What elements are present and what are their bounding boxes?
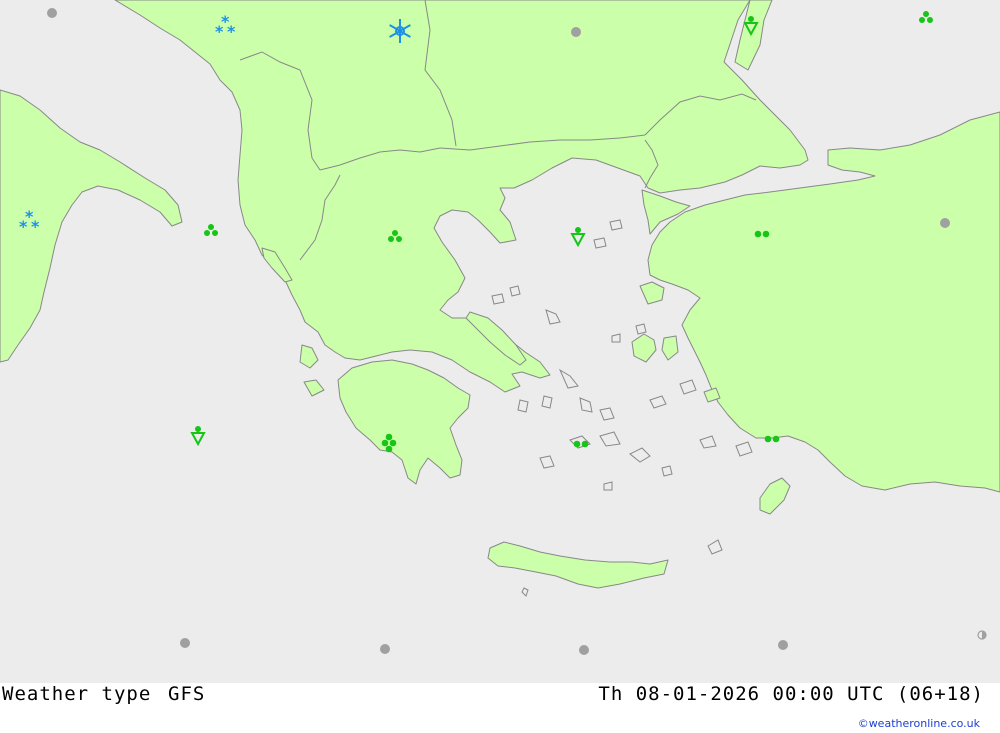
- dry-dot-icon: [180, 638, 190, 648]
- dry-dot-icon: [778, 640, 788, 650]
- credit-link[interactable]: ©weatheronline.co.uk: [858, 717, 980, 730]
- dry-dot-icon: [940, 218, 950, 228]
- svg-text:*: *: [215, 22, 224, 41]
- dry-dot-icon: [571, 27, 581, 37]
- model-name: GFS: [168, 683, 206, 705]
- weather-map: ** * ** *: [0, 0, 1000, 683]
- svg-text:*: *: [227, 22, 236, 41]
- dry-dot-icon: [579, 645, 589, 655]
- dry-dot-icon: [47, 8, 57, 18]
- map-title: Weather type: [2, 683, 152, 705]
- valid-time: Th 08-01-2026 00:00 UTC (06+18): [598, 683, 984, 705]
- map-footer: Weather type GFS Th 08-01-2026 00:00 UTC…: [0, 683, 1000, 733]
- svg-text:*: *: [31, 217, 40, 236]
- svg-text:*: *: [19, 217, 28, 236]
- dry-dot-icon: [380, 644, 390, 654]
